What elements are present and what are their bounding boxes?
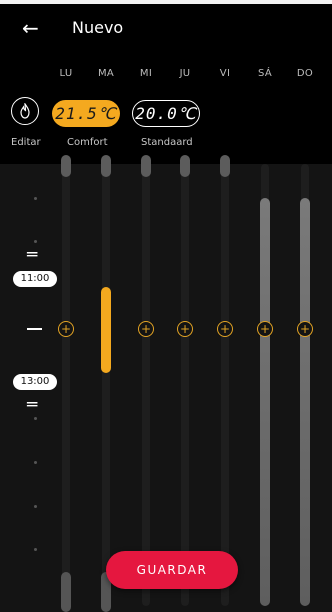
day-label-lu: LU (59, 68, 73, 79)
page-title: Nuevo (72, 18, 124, 37)
schedule-segment-do[interactable] (300, 198, 310, 606)
day-track-ju[interactable] (181, 164, 189, 606)
day-track-lu[interactable] (62, 164, 70, 606)
day-track-vi[interactable] (221, 164, 229, 606)
hour-marker (34, 417, 37, 420)
schedule-segment-lu-top[interactable] (61, 155, 71, 177)
add-period-button-vi[interactable]: + (217, 321, 233, 337)
flame-icon (20, 103, 30, 119)
day-headers: LU MA MI JU VI SÁ DO (0, 68, 332, 84)
time-range-center-marker (27, 328, 42, 330)
hour-marker (34, 505, 37, 508)
standard-label: Standaard (141, 137, 193, 148)
hour-marker (34, 548, 37, 551)
hour-marker (34, 240, 37, 243)
day-label-vi: VI (219, 68, 231, 79)
add-period-button-ju[interactable]: + (177, 321, 193, 337)
schedule-segment-vi-top[interactable] (220, 155, 230, 177)
add-period-button-lu[interactable]: + (58, 321, 74, 337)
add-period-button-do[interactable]: + (297, 321, 313, 337)
schedule-segment-ju-top[interactable] (180, 155, 190, 177)
start-time-drag-handle[interactable]: ═ (27, 247, 37, 264)
end-time-drag-handle[interactable]: ═ (27, 397, 37, 414)
comfort-label: Comfort (67, 137, 108, 148)
arrow-left-icon[interactable]: ← (22, 16, 39, 40)
start-time-badge: 11:00 (13, 271, 57, 287)
schedule-segment-mi-top[interactable] (141, 155, 151, 177)
day-label-ju: JU (179, 68, 191, 79)
standard-temperature-button[interactable]: 20.0℃ (132, 100, 200, 127)
day-track-mi[interactable] (142, 164, 150, 606)
day-label-sa: SÁ (258, 68, 272, 79)
day-label-do: DO (296, 68, 314, 79)
edit-button[interactable] (11, 97, 39, 125)
schedule-segment-ma-top[interactable] (101, 155, 111, 177)
hour-marker (34, 197, 37, 200)
day-track-ma[interactable] (102, 164, 110, 606)
selected-comfort-segment-ma[interactable] (101, 287, 111, 373)
schedule-segment-sa[interactable] (260, 198, 270, 606)
end-time-badge: 13:00 (13, 374, 57, 390)
edit-label: Editar (11, 137, 41, 148)
add-period-button-sa[interactable]: + (257, 321, 273, 337)
save-button[interactable]: GUARDAR (106, 551, 238, 589)
day-label-mi: MI (139, 68, 153, 79)
add-period-button-mi[interactable]: + (138, 321, 154, 337)
hour-marker (34, 461, 37, 464)
schedule-segment-lu-bottom[interactable] (61, 572, 71, 612)
comfort-temperature-button[interactable]: 21.5℃ (52, 100, 120, 127)
day-label-ma: MA (97, 68, 115, 79)
